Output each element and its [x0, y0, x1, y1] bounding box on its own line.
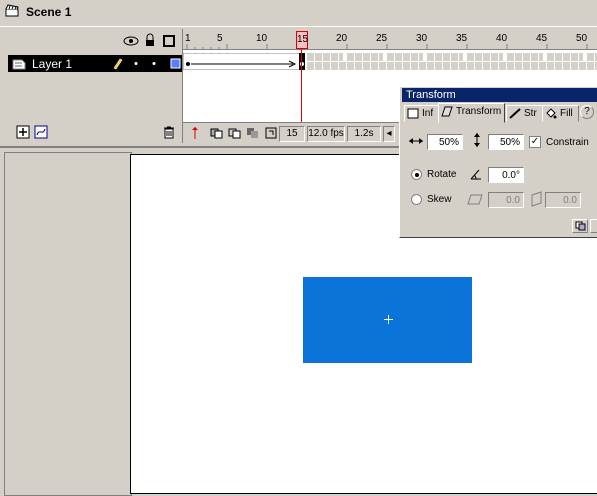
- constrain-label: Constrain: [546, 137, 589, 148]
- layer-panel: Layer 1: [4, 29, 182, 143]
- registration-point-icon: [384, 315, 393, 324]
- ruler-tick: 45: [536, 33, 548, 44]
- skew-label: Skew: [427, 194, 452, 205]
- ruler-tick: 40: [496, 33, 508, 44]
- skew-horizontal-field[interactable]: 0.0: [488, 192, 524, 208]
- layer-toolbar: [8, 125, 184, 145]
- width-scale-icon: [409, 138, 423, 144]
- center-frame-icon[interactable]: [192, 127, 198, 139]
- eye-icon[interactable]: [123, 36, 139, 46]
- add-guide-layer-icon[interactable]: [34, 125, 48, 139]
- tab-fill[interactable]: Fill: [542, 105, 579, 122]
- ruler-tick: 5: [217, 33, 223, 44]
- ruler-tick: 50: [576, 33, 588, 44]
- onion-skin-icon[interactable]: [210, 128, 223, 139]
- angle-icon: [470, 169, 481, 180]
- current-frame: 15: [279, 126, 305, 142]
- transform-panel[interactable]: Transform Inf Transform Str Fill ? 50% 5…: [399, 86, 597, 238]
- stroke-icon: [509, 108, 521, 119]
- work-area[interactable]: [4, 152, 132, 496]
- ruler-tick: 35: [456, 33, 468, 44]
- edit-multiple-frames-icon[interactable]: [247, 128, 258, 138]
- ruler-tick: 1: [185, 33, 191, 44]
- layer-icon: [12, 59, 26, 70]
- clapperboard-icon: [5, 4, 19, 17]
- layer-header-icons: [123, 33, 175, 47]
- frame-ruler[interactable]: 1 5 10 20 25 30 35 40 45 50: [183, 29, 597, 50]
- skew-radio[interactable]: [411, 194, 422, 205]
- insert-layer-icon[interactable]: [16, 125, 30, 139]
- transform-icon: [441, 106, 453, 117]
- ruler-tick: 25: [376, 33, 388, 44]
- trash-icon[interactable]: [162, 125, 176, 139]
- height-scale-field[interactable]: 50%: [488, 134, 524, 150]
- width-scale-field[interactable]: 50%: [427, 134, 463, 150]
- elapsed-time: 1.2s: [347, 126, 381, 142]
- tab-transform[interactable]: Transform: [438, 103, 505, 123]
- lock-icon[interactable]: [146, 33, 154, 46]
- ruler-tick: 20: [336, 33, 348, 44]
- scroll-left-button[interactable]: ◂: [383, 126, 395, 142]
- skew-vertical-icon: [531, 191, 542, 207]
- layer-row-controls: [113, 58, 181, 70]
- pencil-icon: [113, 58, 123, 70]
- tab-stroke[interactable]: Str: [506, 105, 545, 122]
- copy-and-apply-button[interactable]: [572, 219, 588, 233]
- info-icon: [407, 108, 419, 119]
- onion-skin-controls: [192, 127, 277, 139]
- help-button[interactable]: ?: [580, 105, 594, 119]
- rotate-radio[interactable]: [411, 169, 422, 180]
- onion-skin-outlines-icon[interactable]: [228, 128, 241, 139]
- layer-name: Layer 1: [32, 57, 73, 71]
- rotate-label: Rotate: [427, 169, 457, 180]
- paint-bucket-icon: [546, 108, 557, 119]
- skew-horizontal-icon: [467, 194, 483, 205]
- scene-label[interactable]: Scene 1: [26, 5, 71, 19]
- ruler-ticks: [186, 44, 588, 49]
- reset-button[interactable]: [590, 219, 597, 233]
- copy-transform-icon: [575, 221, 586, 231]
- frame-row[interactable]: [183, 53, 597, 70]
- height-scale-icon: [474, 133, 480, 147]
- ruler-tick: 10: [256, 33, 268, 44]
- scene-bar: Scene 1: [0, 0, 597, 24]
- blue-rectangle-shape[interactable]: [303, 277, 472, 363]
- layer-row[interactable]: Layer 1: [8, 55, 182, 72]
- playhead[interactable]: 15: [296, 31, 308, 49]
- modify-markers-icon[interactable]: [265, 127, 277, 139]
- outline-icon[interactable]: [163, 35, 175, 47]
- rotate-field[interactable]: 0.0°: [488, 167, 524, 183]
- frame-rate: 12.0 fps: [307, 126, 345, 142]
- panel-title[interactable]: Transform: [402, 88, 597, 102]
- tab-info[interactable]: Inf: [404, 105, 441, 122]
- frame-cells: [183, 53, 597, 70]
- skew-vertical-field[interactable]: 0.0: [545, 192, 581, 208]
- constrain-checkbox[interactable]: ✓: [529, 136, 541, 148]
- ruler-tick: 30: [416, 33, 428, 44]
